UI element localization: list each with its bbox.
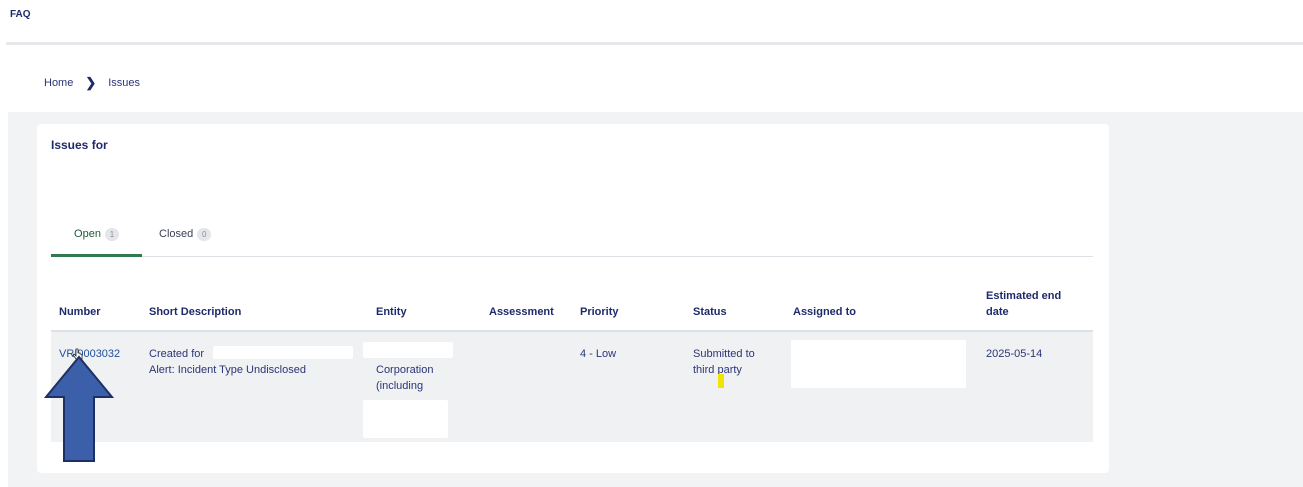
cell-entity: Corporation (including [376, 362, 466, 394]
redacted-block [363, 400, 448, 438]
cell-estimated-end-date: 2025-05-14 [986, 348, 1043, 360]
entity-line1: Corporation [376, 364, 434, 376]
top-divider [6, 42, 1303, 45]
issue-tabs: Open 1 Closed 0 [51, 214, 1093, 257]
breadcrumb-home[interactable]: Home [44, 77, 73, 89]
header-assigned-to[interactable]: Assigned to [793, 304, 856, 320]
table-row[interactable]: VRI0003032 Created for Alert: Incident T… [51, 332, 1093, 442]
arrow-up-icon [44, 355, 114, 462]
redacted-block [213, 346, 353, 359]
header-entity[interactable]: Entity [376, 304, 407, 320]
table-header: Number Short Description Entity Assessme… [51, 274, 1093, 332]
breadcrumb-current: Issues [108, 77, 141, 89]
tab-closed[interactable]: Closed 0 [159, 214, 212, 254]
faq-link[interactable]: FAQ [10, 9, 31, 20]
card-title: Issues for [51, 138, 108, 152]
redacted-block [791, 340, 966, 388]
description-line2: Alert: Incident Type Undisclosed [149, 364, 306, 376]
issues-card: Issues for Open 1 Closed 0 Number Short … [37, 124, 1109, 473]
tab-open-label: Open [74, 228, 101, 240]
cell-status: Submitted to third party [693, 348, 755, 376]
tab-open-count: 1 [104, 227, 119, 241]
tab-open[interactable]: Open 1 [51, 214, 142, 257]
header-priority[interactable]: Priority [580, 304, 619, 320]
header-number[interactable]: Number [59, 304, 101, 320]
tab-closed-count: 0 [197, 227, 212, 241]
top-bar: FAQ [0, 0, 1303, 42]
header-status[interactable]: Status [693, 304, 727, 320]
cell-priority: 4 - Low [580, 348, 617, 360]
highlight-marker [718, 374, 724, 388]
header-short-description[interactable]: Short Description [149, 304, 241, 320]
header-assessment[interactable]: Assessment [489, 304, 554, 320]
tab-closed-label: Closed [159, 228, 194, 240]
breadcrumb: Home ❯ Issues [44, 75, 140, 91]
entity-line2: (including [376, 380, 424, 392]
chevron-right-icon: ❯ [85, 75, 97, 90]
issues-table: Number Short Description Entity Assessme… [51, 274, 1093, 442]
header-estimated-end-date[interactable]: Estimated end date [986, 288, 1076, 320]
redacted-block [117, 138, 257, 152]
redacted-block [363, 342, 453, 358]
